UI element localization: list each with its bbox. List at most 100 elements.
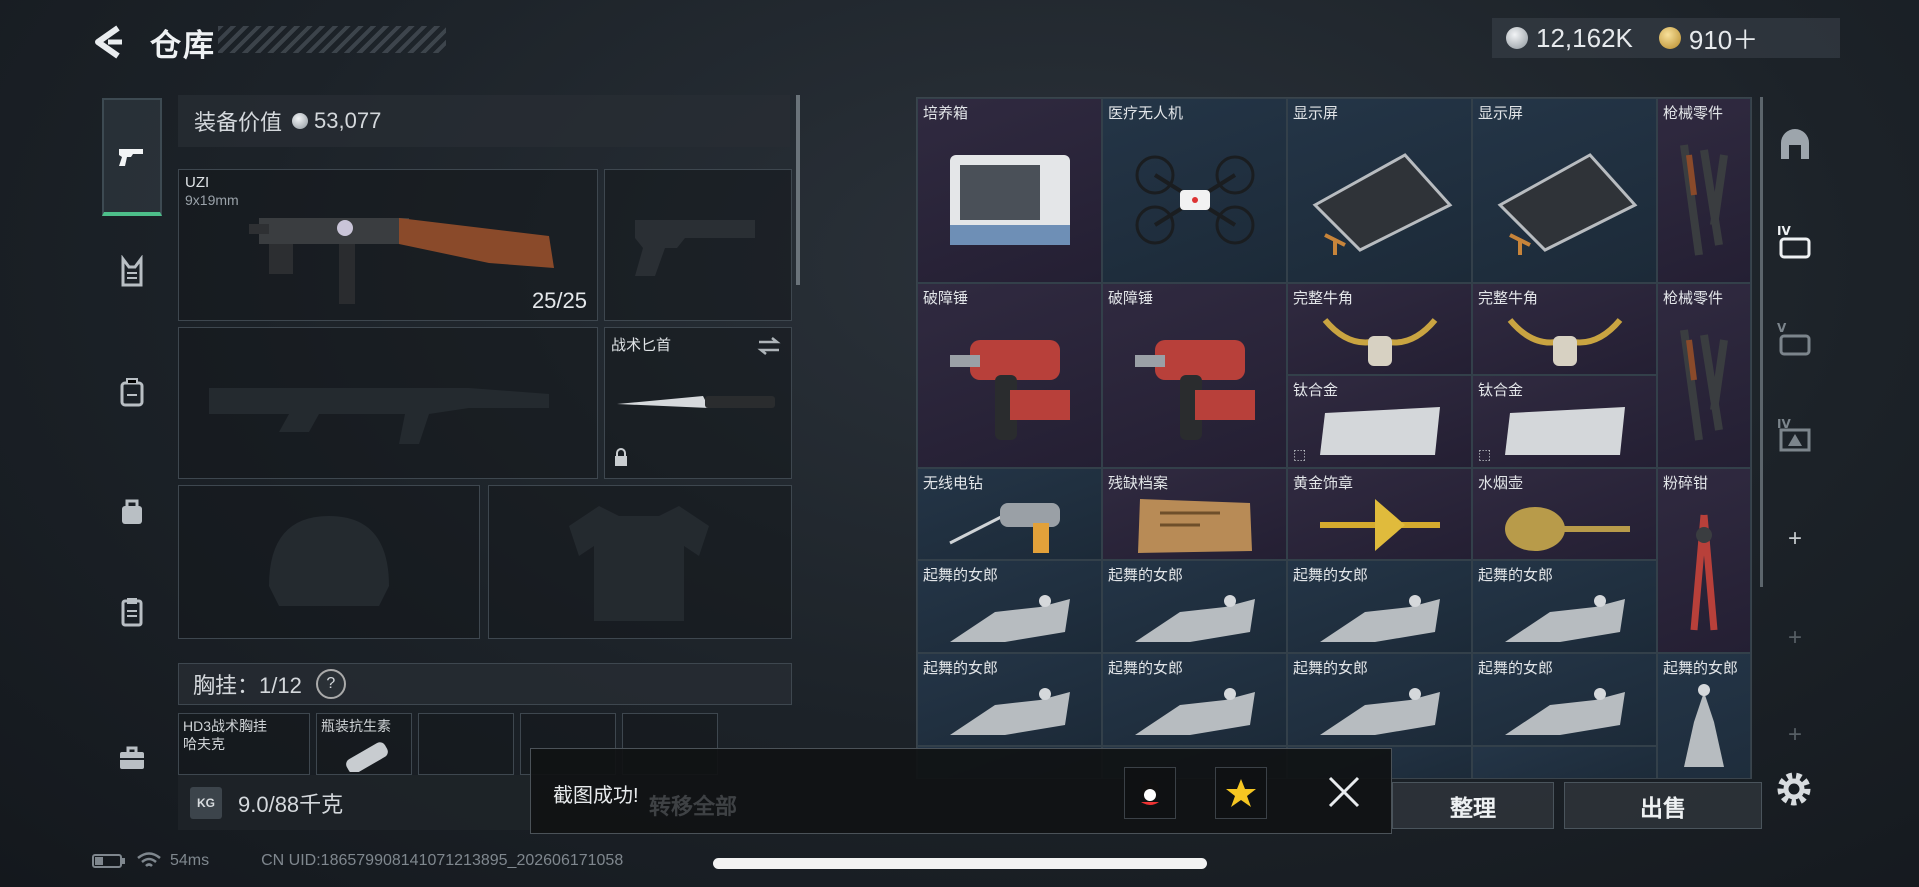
close-icon[interactable] bbox=[1326, 774, 1362, 810]
sort-button[interactable]: 整理 bbox=[1392, 782, 1554, 829]
vest-item-name: 瓶装抗生素 bbox=[321, 718, 391, 734]
help-button[interactable]: ? bbox=[315, 669, 346, 699]
item-gold-emblem[interactable]: 黄金饰章 bbox=[1287, 468, 1472, 560]
equipment-value-bar: 装备价值 53,077 bbox=[178, 95, 790, 147]
storage-tab-level4-alt[interactable]: IV bbox=[1769, 408, 1821, 460]
item-dancing-lady[interactable]: 起舞的女郎 bbox=[1287, 653, 1472, 746]
item-name: 无线电钻 bbox=[923, 475, 984, 492]
melee-slot[interactable]: 战术匕首 bbox=[604, 327, 792, 479]
vest-item-slot[interactable]: HD3战术胸挂 哈夫克 bbox=[178, 713, 310, 775]
item-name: 起舞的女郎 bbox=[1108, 660, 1184, 677]
cordless-drill-image bbox=[948, 502, 1060, 553]
item-name: 起舞的女郎 bbox=[1663, 660, 1739, 677]
lock-icon bbox=[615, 448, 627, 466]
ping-value: 54ms bbox=[170, 852, 210, 869]
add-storage-button[interactable]: + bbox=[1769, 709, 1821, 761]
tab-clipboard[interactable] bbox=[102, 582, 162, 642]
item-name: 起舞的女郎 bbox=[1293, 660, 1369, 677]
add-storage-button[interactable]: + bbox=[1769, 612, 1821, 664]
item-dancing-lady[interactable]: 起舞的女郎 bbox=[1657, 653, 1751, 778]
tab-vest[interactable] bbox=[102, 242, 162, 302]
gold-amount[interactable]: 910＋ bbox=[1689, 20, 1758, 57]
item-dancing-lady[interactable]: 起舞的女郎 bbox=[917, 653, 1102, 746]
helmet-slot[interactable] bbox=[178, 485, 480, 639]
back-arrow-icon[interactable] bbox=[88, 22, 128, 62]
item-name: 粉碎钳 bbox=[1663, 475, 1709, 492]
gold-coin-icon bbox=[1658, 27, 1681, 49]
item-cordless-drill[interactable]: 无线电钻 bbox=[917, 468, 1102, 560]
storage-tab-all[interactable] bbox=[1769, 119, 1821, 171]
tab-case[interactable] bbox=[102, 728, 162, 788]
item-incomplete-file[interactable]: 残缺档案 bbox=[1102, 468, 1287, 560]
settings-gear-icon[interactable] bbox=[1772, 767, 1816, 811]
item-gun-parts[interactable]: 枪械零件 bbox=[1657, 283, 1751, 468]
add-storage-button[interactable]: + bbox=[1769, 513, 1821, 565]
equipment-scrollbar[interactable] bbox=[796, 95, 800, 285]
level-iv-case-icon: IV bbox=[1777, 224, 1811, 259]
tab-bag[interactable] bbox=[102, 482, 162, 542]
vest-item-name: HD3战术胸挂 bbox=[183, 718, 268, 734]
armor-slot[interactable] bbox=[488, 485, 792, 639]
tab-backpack[interactable] bbox=[102, 362, 162, 422]
secondary-weapon-slot[interactable] bbox=[604, 169, 792, 321]
helmet-placeholder-icon bbox=[269, 516, 389, 606]
share-qzone-button[interactable] bbox=[1215, 767, 1267, 819]
armor-placeholder-icon bbox=[569, 506, 709, 621]
item-display[interactable]: 显示屏 bbox=[1287, 98, 1472, 283]
transfer-all-button[interactable]: 转移全部 bbox=[649, 789, 737, 821]
tab-weapons[interactable] bbox=[102, 98, 162, 216]
item-intact-horn[interactable]: 完整牛角 bbox=[1472, 283, 1657, 375]
item-medical-drone[interactable]: 医疗无人机 bbox=[1102, 98, 1287, 283]
arch-icon bbox=[1781, 129, 1809, 159]
home-indicator[interactable] bbox=[713, 858, 1207, 869]
screenshot-toast: 转移全部 截图成功! bbox=[530, 748, 1392, 834]
dancing-lady-statue-image bbox=[1134, 595, 1255, 643]
vest-item-slot[interactable] bbox=[418, 713, 514, 775]
item-breaching-hammer[interactable]: 破障锤 bbox=[917, 283, 1102, 468]
swap-icon[interactable] bbox=[757, 336, 781, 356]
knife-image bbox=[617, 396, 775, 408]
storage-tab-level4-active[interactable]: IV bbox=[1769, 215, 1821, 267]
item-name: 枪械零件 bbox=[1663, 290, 1724, 307]
item-crushing-pliers[interactable]: 粉碎钳 bbox=[1657, 468, 1751, 653]
vest-capacity: 胸挂：1/12 bbox=[193, 673, 302, 698]
item-gun-parts[interactable]: 枪械零件 bbox=[1657, 98, 1751, 283]
item-dancing-lady[interactable]: 起舞的女郎 bbox=[1102, 653, 1287, 746]
item-display[interactable]: 显示屏 bbox=[1472, 98, 1657, 283]
item-titanium-alloy[interactable]: 钛合金 ⬚ bbox=[1287, 375, 1472, 468]
item-dancing-lady[interactable]: 起舞的女郎 bbox=[1472, 653, 1657, 746]
item-breaching-hammer[interactable]: 破障锤 bbox=[1102, 283, 1287, 468]
vest-item-sub: 哈夫克 bbox=[183, 736, 225, 752]
storage-tabs: IV V IV + + + bbox=[1755, 97, 1835, 787]
vest-item-slot[interactable]: 瓶装抗生素 bbox=[316, 713, 412, 775]
item-slot[interactable] bbox=[1472, 746, 1657, 778]
toast-message: 截图成功! bbox=[553, 785, 639, 807]
item-titanium-alloy[interactable]: 钛合金 ⬚ bbox=[1472, 375, 1657, 468]
sell-button[interactable]: 出售 bbox=[1564, 782, 1762, 829]
weapon-name: UZI bbox=[185, 174, 210, 191]
silver-amount: 12,162K bbox=[1536, 22, 1633, 53]
item-name: 起舞的女郎 bbox=[923, 660, 999, 677]
item-name: 钛合金 bbox=[1478, 382, 1524, 399]
gun-parts-image bbox=[1680, 329, 1728, 441]
item-dancing-lady[interactable]: 起舞的女郎 bbox=[917, 560, 1102, 653]
storage-grid: 培养箱 医疗无人机 显示屏 显示屏 枪械零件 破障锤 破障锤 完整牛角 完整牛角… bbox=[916, 97, 1752, 779]
storage-tab-level5[interactable]: V bbox=[1769, 312, 1821, 364]
currency-display: 12,162K 910＋ bbox=[1492, 18, 1840, 58]
item-hookah[interactable]: 水烟壶 bbox=[1472, 468, 1657, 560]
item-dancing-lady[interactable]: 起舞的女郎 bbox=[1287, 560, 1472, 653]
titanium-plate-image bbox=[1319, 406, 1440, 455]
share-qq-button[interactable] bbox=[1124, 767, 1176, 819]
item-name: 显示屏 bbox=[1478, 105, 1524, 122]
item-intact-horn[interactable]: 完整牛角 bbox=[1287, 283, 1472, 375]
gun-parts-image bbox=[1680, 144, 1728, 256]
item-dancing-lady[interactable]: 起舞的女郎 bbox=[1102, 560, 1287, 653]
secondary-rifle-slot[interactable] bbox=[178, 327, 598, 479]
item-incubator[interactable]: 培养箱 bbox=[917, 98, 1102, 283]
primary-weapon-slot[interactable]: UZI 9x19mm 25/25 bbox=[178, 169, 598, 321]
title-decoration bbox=[218, 26, 446, 53]
item-dancing-lady[interactable]: 起舞的女郎 bbox=[1472, 560, 1657, 653]
hammer-drill-image bbox=[1134, 339, 1255, 440]
item-name: 起舞的女郎 bbox=[1478, 567, 1554, 584]
item-name: 显示屏 bbox=[1293, 105, 1339, 122]
